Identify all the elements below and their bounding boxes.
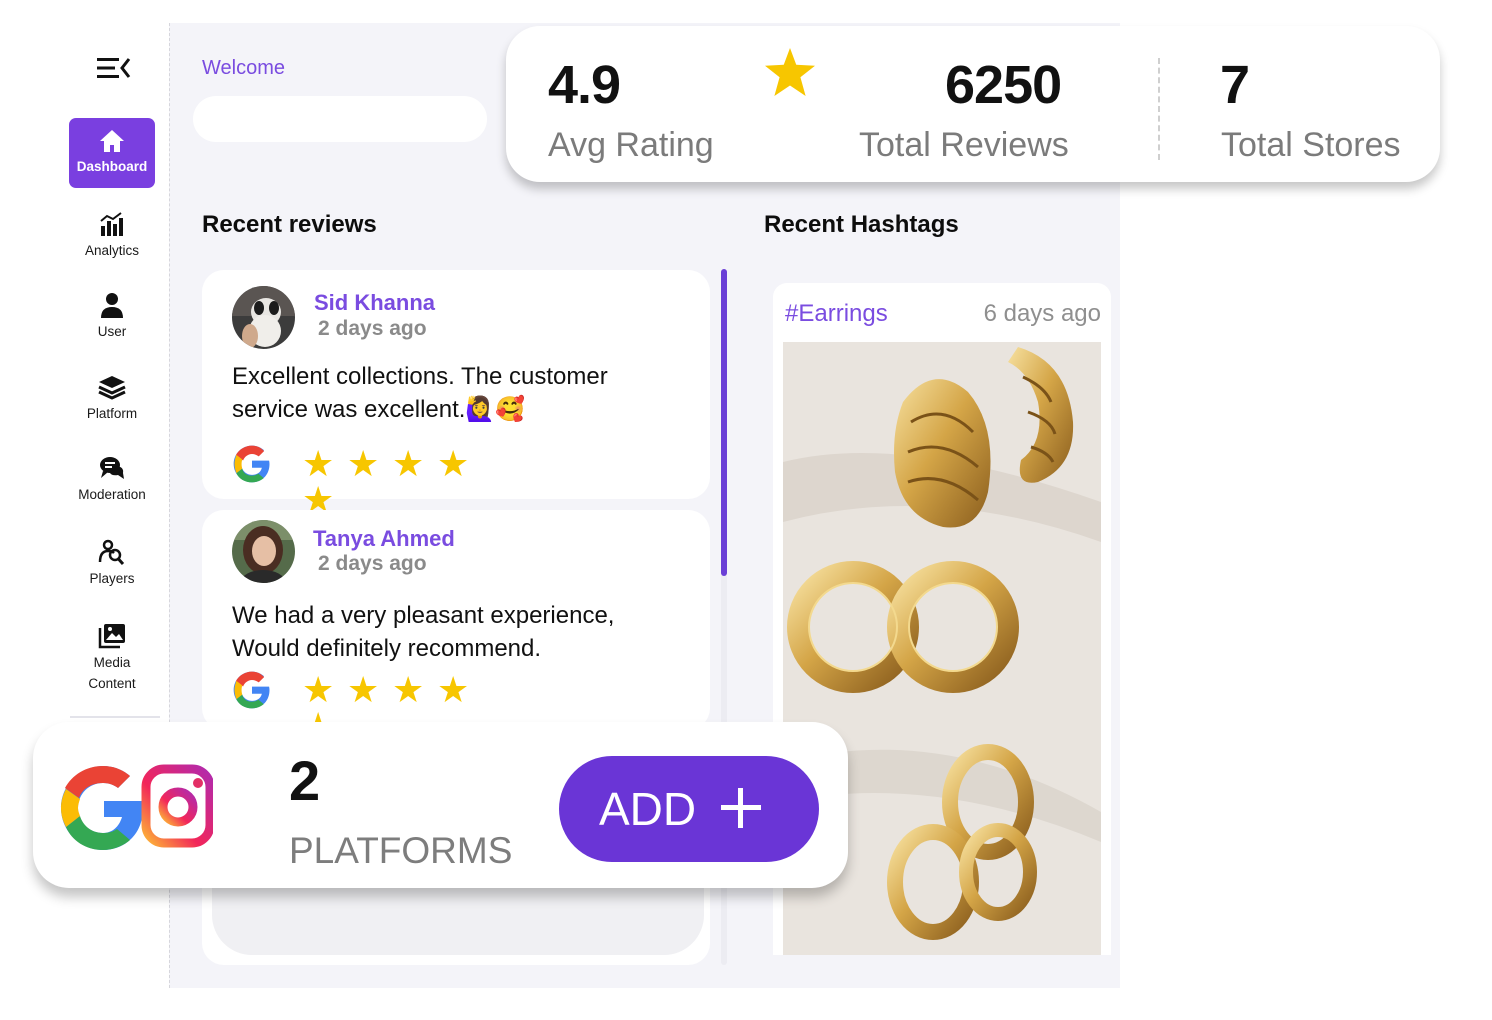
star-icon: ★: [347, 669, 380, 710]
players-icon: [98, 539, 125, 566]
sidebar: Dashboard Analytics User Platform Modera…: [60, 40, 160, 730]
menu-collapse-icon[interactable]: [97, 56, 131, 80]
sidebar-item-label-2: Content: [88, 676, 136, 691]
reviewer-name: Sid Khanna: [314, 290, 436, 315]
sidebar-item-dashboard[interactable]: Dashboard: [69, 118, 155, 188]
star-icon: ★: [392, 669, 425, 710]
review-text: Excellent collections. The customer serv…: [232, 363, 608, 423]
sidebar-item-platform[interactable]: Platform: [69, 373, 155, 424]
user-icon: [101, 293, 123, 318]
total-stores-label: Total Stores: [1221, 126, 1401, 164]
sidebar-item-label: Media: [93, 655, 131, 670]
sidebar-item-moderation[interactable]: Moderation: [69, 454, 155, 505]
stats-card: 4.9 Avg Rating 6250 Total Reviews 7 Tota…: [506, 26, 1440, 182]
avg-rating-value: 4.9: [548, 55, 621, 115]
sidebar-item-analytics[interactable]: Analytics: [69, 210, 155, 261]
sidebar-item-label: Dashboard: [76, 159, 148, 174]
avg-rating-label: Avg Rating: [548, 126, 714, 164]
review-card[interactable]: Sid Khanna 2 days ago Excellent collecti…: [202, 270, 710, 518]
sidebar-item-players[interactable]: Players: [69, 538, 155, 589]
sidebar-item-label: Analytics: [84, 243, 140, 258]
google-icon: [233, 671, 270, 709]
platforms-count: 2: [289, 749, 321, 812]
star-icon: ★: [437, 669, 470, 710]
home-icon: [100, 130, 124, 152]
sidebar-item-media-content[interactable]: Media Content: [69, 622, 155, 694]
avatar: [232, 286, 295, 349]
star-icon: ★: [437, 443, 470, 484]
sidebar-item-label: User: [97, 324, 127, 339]
star-icon: ★: [302, 443, 335, 484]
review-card[interactable]: Tanya Ahmed 2 days ago We had a very ple…: [202, 510, 710, 744]
recent-reviews-title: Recent reviews: [202, 211, 377, 238]
dashboard-screen: Dashboard Analytics User Platform Modera…: [0, 0, 1492, 1020]
chat-icon: [100, 457, 124, 479]
sidebar-divider: [70, 716, 160, 718]
sidebar-item-user[interactable]: User: [69, 291, 155, 342]
hashtag-tag[interactable]: #Earrings: [785, 300, 888, 328]
star-icon: ★: [302, 669, 335, 710]
star-icon: [765, 48, 815, 96]
stats-divider: [1158, 58, 1160, 160]
platforms-card: 2 PLATFORMS ADD: [33, 722, 848, 888]
add-platform-button[interactable]: ADD: [559, 756, 819, 862]
star-icon: ★: [392, 443, 425, 484]
instagram-icon: [141, 764, 213, 848]
review-time: 2 days ago: [318, 317, 427, 340]
star-icon: ★: [347, 443, 380, 484]
analytics-icon: [100, 212, 123, 236]
google-icon: [61, 766, 143, 850]
hashtag-time: 6 days ago: [983, 300, 1101, 327]
google-icon: [233, 445, 270, 483]
review-time: 2 days ago: [318, 552, 427, 575]
welcome-field: [193, 96, 487, 142]
total-reviews-label: Total Reviews: [859, 126, 1069, 164]
avatar: [232, 520, 295, 583]
review-text: We had a very pleasant experience, Would…: [232, 602, 615, 662]
star-rating: ★★★★★: [302, 443, 522, 518]
sidebar-item-label: Platform: [86, 406, 138, 421]
total-reviews-value: 6250: [945, 55, 1062, 115]
layers-icon: [98, 376, 126, 400]
sidebar-item-label: Players: [89, 571, 135, 586]
welcome-label: Welcome: [202, 57, 285, 79]
reviewer-name: Tanya Ahmed: [313, 526, 455, 551]
recent-hashtags-title: Recent Hashtags: [764, 211, 959, 238]
platform-logos: [61, 764, 213, 850]
total-stores-value: 7: [1220, 55, 1250, 115]
media-icon: [98, 624, 125, 649]
platforms-label: PLATFORMS: [289, 830, 513, 871]
sidebar-item-label: Moderation: [78, 487, 146, 502]
reviews-scrollbar[interactable]: [721, 269, 727, 576]
add-button-label: ADD: [599, 783, 697, 835]
plus-icon: [721, 788, 761, 828]
star-rating: ★★★★★: [302, 669, 522, 744]
